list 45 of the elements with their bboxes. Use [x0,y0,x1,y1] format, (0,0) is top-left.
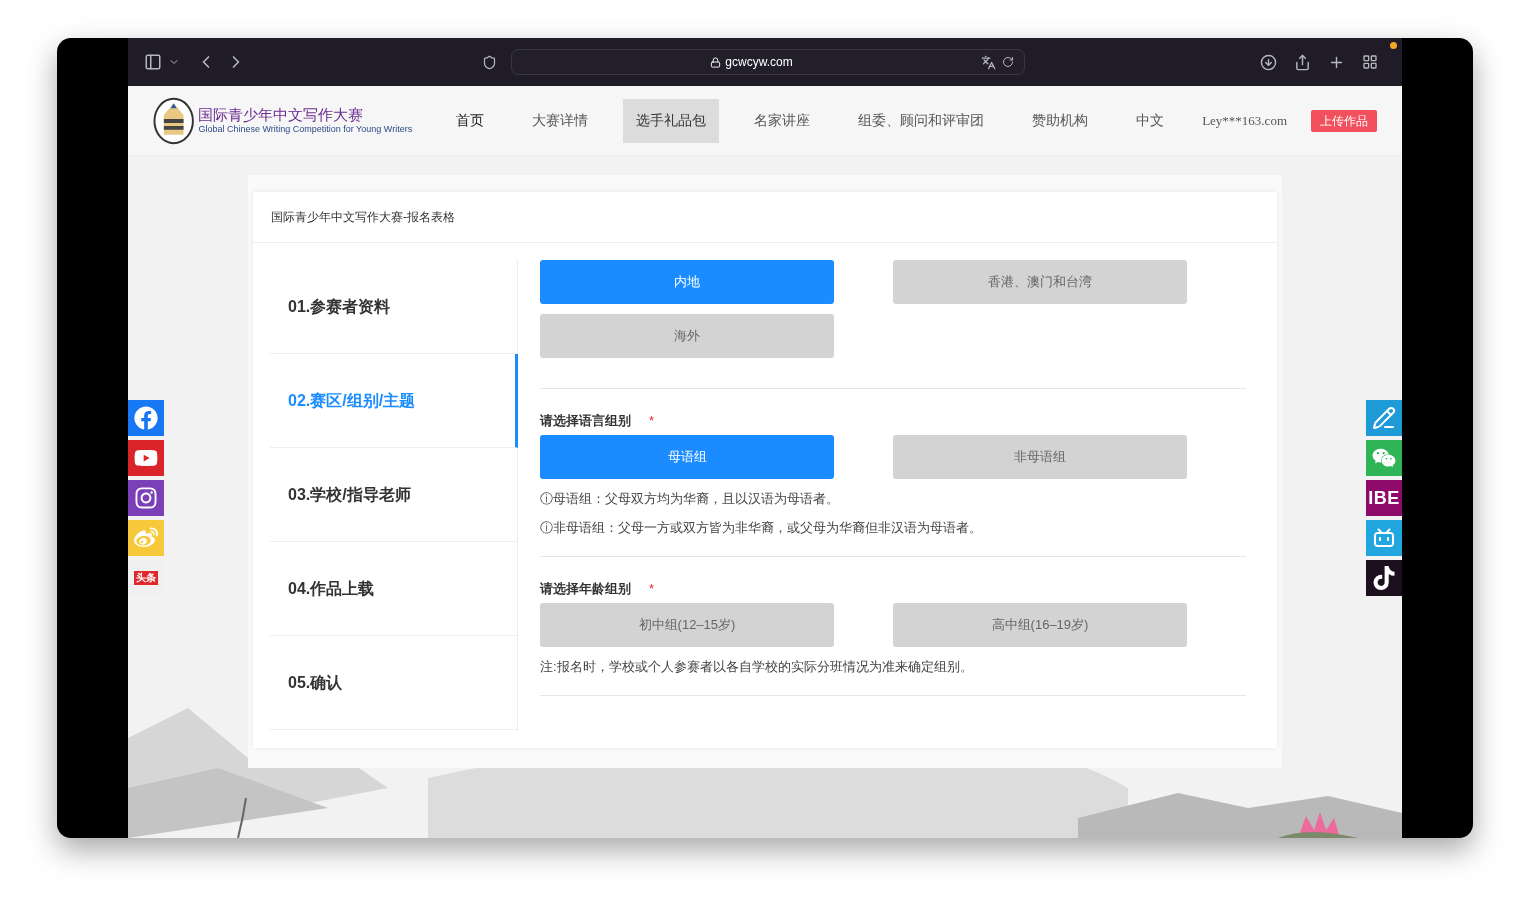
required-mark: * [649,580,655,599]
note-text: ⓘ非母语组：父母一方或双方皆为非华裔，或父母为华裔但非汉语为母语者。 [540,520,983,536]
nav-link[interactable]: 大赛详情 [519,98,602,143]
sidebar-icon[interactable] [144,53,162,71]
option-button[interactable]: 高中组(16–19岁) [893,603,1187,647]
ibe-logo[interactable]: IBE [1366,480,1402,516]
url-text: gcwcyw.com [725,54,793,71]
instagram-icon[interactable] [128,480,164,516]
shield-icon[interactable] [482,54,497,70]
tabs-overview-icon[interactable] [1362,54,1378,70]
reload-icon[interactable] [1002,56,1014,68]
youtube-icon[interactable] [128,440,164,476]
option-button[interactable]: 香港、澳门和台湾 [893,260,1187,304]
option-button[interactable]: 初中组(12–15岁) [540,603,834,647]
note-text: 注:报名时，学校或个人参赛者以各自学校的实际分班情况为准来确定组别。 [540,659,974,675]
nav-link[interactable]: 中文 [1123,98,1178,143]
lock-icon [710,56,722,68]
wechat-icon[interactable] [1366,440,1402,476]
nav-link[interactable]: 赞助机构 [1019,98,1102,143]
logo-icon [153,96,195,145]
nav-link[interactable]: 选手礼品包 [623,98,720,143]
option-button[interactable]: 非母语组 [893,435,1187,479]
user-email[interactable]: Ley***163.com [1202,110,1287,131]
option-button[interactable]: 海外 [540,314,834,358]
required-mark: * [649,412,655,431]
step-tab[interactable]: 03.学校/指导老师 [270,448,518,542]
pen-icon[interactable] [1366,400,1402,436]
nav-link[interactable]: 组委、顾问和评审团 [845,98,998,143]
field-label: 请选择年龄组别 [540,580,631,599]
field-label: 请选择语言组别 [540,412,631,431]
logo-title: 国际青少年中文写作大赛 [198,106,365,124]
step-tab[interactable]: 05.确认 [270,636,518,730]
facebook-icon[interactable] [128,400,164,436]
translate-icon[interactable] [981,54,996,70]
form-title: 国际青少年中文写作大赛-报名表格 [271,209,456,226]
nav-link[interactable]: 名家讲座 [741,98,824,143]
logo-subtitle: Global Chinese Writing Competition for Young Writers [198,124,413,135]
share-icon[interactable] [1294,53,1311,71]
download-icon[interactable] [1260,53,1277,71]
nav-link[interactable]: 首页 [443,98,498,143]
note-text: ⓘ母语组：父母双方均为华裔，且以汉语为母语者。 [540,491,840,507]
step-tab[interactable]: 04.作品上载 [270,542,518,636]
step-tab[interactable]: 01.参赛者资料 [270,260,518,354]
address-bar[interactable]: gcwcyw.com [511,49,1025,75]
tiktok-icon[interactable] [1366,560,1402,596]
